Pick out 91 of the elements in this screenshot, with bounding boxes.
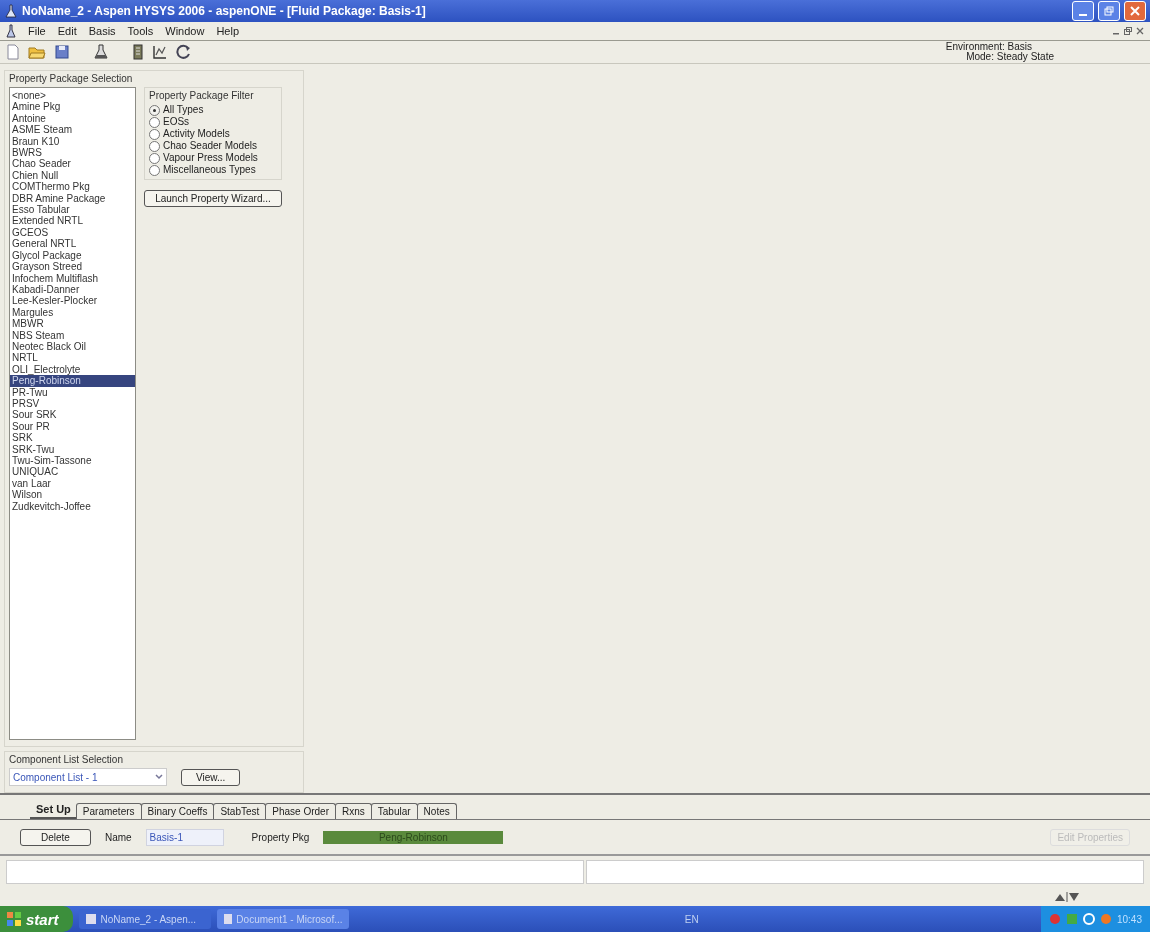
list-item[interactable]: Glycol Package bbox=[10, 249, 135, 262]
language-indicator[interactable]: EN bbox=[684, 913, 705, 925]
list-item[interactable]: General NRTL bbox=[10, 238, 135, 250]
radio-option[interactable]: Vapour Press Models bbox=[149, 152, 277, 164]
list-item[interactable]: Zudkevitch-Joffee bbox=[10, 500, 135, 513]
clock: 10:43 bbox=[1116, 913, 1142, 925]
radio-option[interactable]: Chao Seader Models bbox=[149, 140, 277, 152]
list-item[interactable]: Amine Pkg bbox=[10, 101, 135, 113]
name-label: Name bbox=[104, 831, 132, 843]
environment-label: Environment: Basis bbox=[945, 42, 1032, 52]
list-item[interactable]: Twu-Sim-Tassone bbox=[10, 455, 135, 467]
tab[interactable]: Notes bbox=[416, 803, 457, 819]
group-title: Property Package Filter bbox=[149, 90, 255, 101]
menu-item[interactable]: Basis bbox=[88, 25, 116, 37]
list-item[interactable]: Wilson bbox=[10, 489, 135, 501]
app-icon bbox=[4, 4, 18, 18]
close-button[interactable] bbox=[1124, 1, 1146, 21]
list-item[interactable]: SRK bbox=[10, 432, 135, 444]
list-item[interactable]: Peng-Robinson bbox=[10, 375, 135, 387]
list-item[interactable]: Kabadi-Danner bbox=[10, 283, 135, 296]
cycle-icon[interactable] bbox=[176, 44, 192, 60]
list-item[interactable]: SRK-Twu bbox=[10, 443, 135, 455]
radio-option[interactable]: EOSs bbox=[149, 116, 277, 128]
list-item[interactable]: Chao Seader bbox=[10, 158, 135, 170]
menu-item[interactable]: Tools bbox=[127, 25, 154, 37]
menu-item[interactable]: Help bbox=[216, 25, 240, 37]
list-item[interactable]: Antoine bbox=[10, 112, 135, 125]
name-field[interactable]: Basis-1 bbox=[145, 828, 224, 846]
save-icon[interactable] bbox=[54, 44, 70, 60]
list-item[interactable]: NRTL bbox=[10, 352, 135, 364]
flask-icon bbox=[6, 24, 16, 38]
tab[interactable]: Parameters bbox=[75, 803, 142, 819]
list-item[interactable]: BWRS bbox=[10, 147, 135, 159]
restore-icon bbox=[1104, 6, 1114, 16]
window-icon bbox=[222, 913, 233, 925]
list-item[interactable]: van Laar bbox=[10, 477, 135, 490]
restore-button[interactable] bbox=[1098, 1, 1120, 21]
list-item[interactable]: Infochem Multiflash bbox=[10, 272, 135, 284]
list-item[interactable]: GCEOS bbox=[10, 226, 135, 239]
group-title: Property Package Selection bbox=[9, 73, 134, 84]
group-title: Component List Selection bbox=[9, 754, 124, 765]
list-item[interactable]: Extended NRTL bbox=[10, 215, 135, 227]
minimize-button[interactable] bbox=[1072, 1, 1094, 21]
component-list-dropdown[interactable]: Component List - 1 bbox=[9, 768, 167, 786]
radio-option[interactable]: Activity Models bbox=[149, 128, 277, 140]
property-pkg-label: Property Pkg bbox=[251, 831, 310, 843]
list-item[interactable]: Esso Tabular bbox=[10, 204, 135, 216]
up-down-arrows-icon[interactable] bbox=[1054, 891, 1080, 903]
flask-icon[interactable] bbox=[94, 44, 108, 60]
list-item[interactable]: Chien Null bbox=[10, 169, 135, 182]
taskbar-button[interactable]: NoName_2 - Aspen... bbox=[78, 909, 211, 929]
list-item[interactable]: COMThermo Pkg bbox=[10, 181, 135, 193]
list-item[interactable]: Braun K10 bbox=[10, 135, 135, 148]
list-item[interactable]: Sour PR bbox=[10, 420, 135, 433]
menu-item[interactable]: File bbox=[28, 25, 46, 37]
chart-icon[interactable] bbox=[152, 44, 168, 60]
menu-item[interactable]: Window bbox=[165, 25, 205, 37]
list-item[interactable]: Lee-Kesler-Plocker bbox=[10, 295, 135, 307]
list-item[interactable]: PRSV bbox=[10, 397, 135, 410]
list-item[interactable]: MBWR bbox=[10, 318, 135, 330]
window-title: NoName_2 - Aspen HYSYS 2006 - aspenONE - [Fluid Package: Basis-1] bbox=[22, 4, 427, 18]
list-item[interactable]: ASME Steam bbox=[10, 124, 135, 136]
list-item[interactable]: Neotec Black Oil bbox=[10, 340, 135, 353]
list-item[interactable]: PR-Twu bbox=[10, 386, 135, 398]
list-item[interactable]: <none> bbox=[10, 90, 135, 102]
list-item[interactable]: OLI_Electrolyte bbox=[10, 363, 135, 376]
minimize-icon bbox=[1079, 14, 1087, 16]
open-folder-icon[interactable] bbox=[28, 44, 46, 60]
list-item[interactable]: Margules bbox=[10, 306, 135, 319]
mode-label: Mode: Steady State bbox=[966, 52, 1054, 62]
restore-icon[interactable] bbox=[1124, 27, 1132, 35]
windows-logo-icon bbox=[6, 911, 22, 927]
book-icon[interactable] bbox=[132, 44, 144, 60]
tray-icon[interactable] bbox=[1082, 913, 1095, 925]
close-icon[interactable] bbox=[1136, 27, 1144, 35]
launch-wizard-button[interactable]: Launch Property Wizard... bbox=[144, 190, 282, 207]
delete-button[interactable]: Delete bbox=[20, 828, 91, 846]
view-button[interactable]: View... bbox=[181, 768, 241, 786]
tab[interactable]: Binary Coeffs bbox=[140, 803, 215, 819]
list-item[interactable]: Sour SRK bbox=[10, 409, 135, 421]
radio-option[interactable]: Miscellaneous Types bbox=[149, 164, 277, 176]
list-item[interactable]: Grayson Streed bbox=[10, 261, 135, 273]
list-item[interactable]: NBS Steam bbox=[10, 329, 135, 341]
menu-item[interactable]: Edit bbox=[57, 25, 77, 37]
property-pkg-field: Peng-Robinson bbox=[323, 830, 504, 844]
window-icon bbox=[84, 913, 97, 925]
radio-option[interactable]: All Types bbox=[149, 104, 277, 116]
close-icon bbox=[1130, 6, 1140, 16]
list-item[interactable]: DBR Amine Package bbox=[10, 192, 135, 205]
start-button[interactable]: start bbox=[0, 906, 73, 932]
list-item[interactable]: UNIQUAC bbox=[10, 466, 135, 478]
